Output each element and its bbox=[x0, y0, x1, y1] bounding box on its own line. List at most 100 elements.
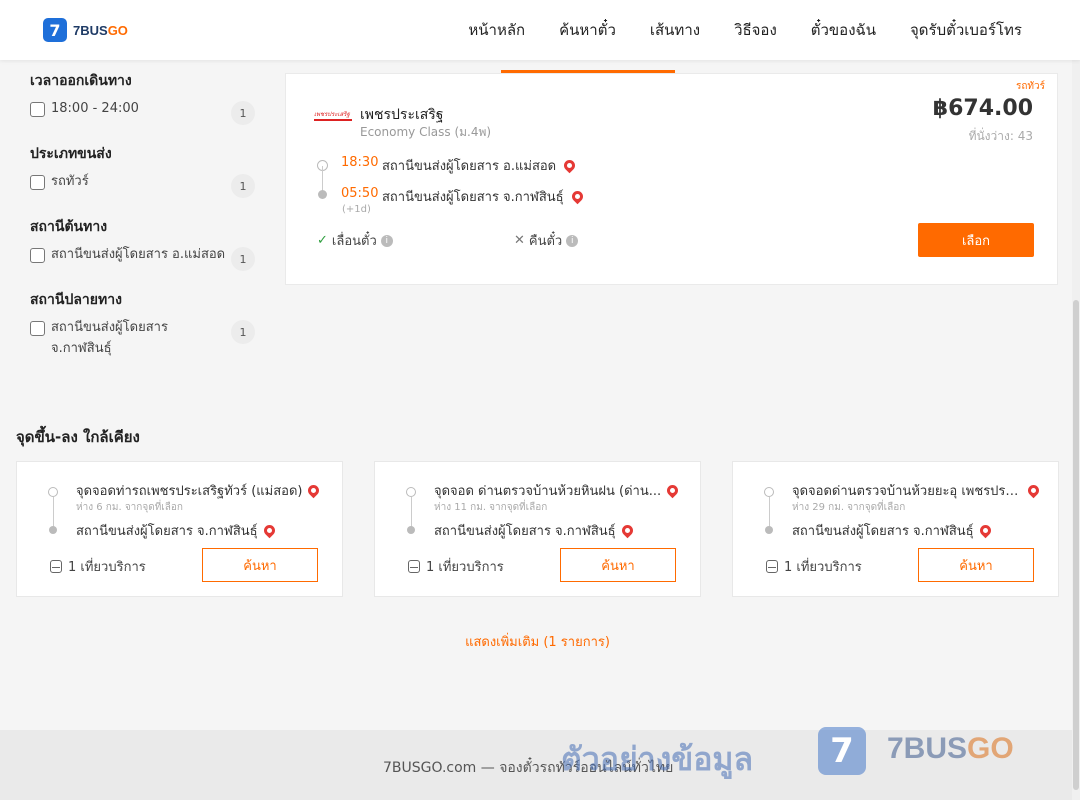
map-pin-icon[interactable] bbox=[977, 522, 993, 539]
arrival-dot-icon bbox=[318, 190, 327, 199]
service-count-label: 1 เที่ยวบริการ bbox=[784, 560, 862, 575]
page-scrollbar[interactable] bbox=[1072, 60, 1080, 800]
nearby-origin: จุดจอด ด่านตรวจบ้านห้วยหินฝน (ด่าน... bbox=[434, 480, 681, 501]
map-pin-icon[interactable] bbox=[569, 188, 585, 205]
destination-dot-icon bbox=[407, 526, 415, 534]
checkbox[interactable] bbox=[30, 102, 45, 117]
refund-label: คืนตั๋ว bbox=[528, 234, 563, 249]
nearby-distance: ห่าง 29 กม. จากจุดที่เลือก bbox=[792, 502, 906, 513]
reschedule-label: เลื่อนตั๋ว bbox=[331, 234, 377, 249]
transport-type-tag: รถทัวร์ bbox=[1015, 81, 1045, 92]
filter-option-label: 18:00 - 24:00 bbox=[51, 101, 139, 116]
show-more-link[interactable]: แสดงเพิ่มเติม (1 รายการ) bbox=[0, 631, 1075, 652]
service-count-label: 1 เที่ยวบริการ bbox=[68, 560, 146, 575]
checkbox[interactable] bbox=[30, 248, 45, 263]
watermark-brand: 7BUSGO bbox=[887, 732, 1014, 765]
cross-icon: ✕ bbox=[514, 233, 525, 248]
filter-sidebar: เวลาออกเดินทาง 18:00 - 24:00 1 ประเภทขนส… bbox=[30, 70, 255, 377]
refund-policy[interactable]: ✕ คืนตั๋ว i bbox=[514, 230, 579, 251]
nav-my-tickets[interactable]: ตั๋วของฉัน bbox=[811, 18, 876, 42]
info-icon[interactable]: i bbox=[566, 234, 579, 247]
nav-home[interactable]: หน้าหลัก bbox=[468, 18, 525, 42]
arrival-station-name: สถานีขนส่งผู้โดยสาร จ.กาฬสินธุ์ bbox=[382, 190, 564, 205]
filter-count-badge: 1 bbox=[231, 320, 255, 344]
next-day-indicator: (+1d) bbox=[342, 204, 371, 215]
reschedule-policy[interactable]: ✓ เลื่อนตั๋ว i bbox=[317, 230, 393, 251]
nearby-search-button[interactable]: ค้นหา bbox=[918, 548, 1034, 582]
nav-how-to-book[interactable]: วิธีจอง bbox=[734, 18, 777, 42]
select-trip-button[interactable]: เลือก bbox=[918, 223, 1034, 257]
map-pin-icon[interactable] bbox=[664, 482, 681, 499]
nearby-stops-title: จุดขึ้น-ลง ใกล้เคียง bbox=[16, 428, 140, 446]
filter-count-badge: 1 bbox=[231, 247, 255, 271]
nav-routes[interactable]: เส้นทาง bbox=[650, 18, 700, 42]
departure-time: 18:30 bbox=[341, 155, 379, 170]
nearby-origin-name: จุดจอด ด่านตรวจบ้านห้วยหินฝน (ด่าน... bbox=[434, 484, 662, 499]
destination-dot-icon bbox=[765, 526, 773, 534]
nearby-stop-card: จุดจอด ด่านตรวจบ้านห้วยหินฝน (ด่าน... ห่… bbox=[374, 461, 701, 597]
top-navigation-bar: 7 7BUSGO หน้าหลัก ค้นหาตั๋ว เส้นทาง วิธี… bbox=[0, 0, 1080, 60]
route-line bbox=[411, 497, 412, 527]
filter-option-label: สถานีขนส่งผู้โดยสาร จ.กาฬสินธุ์ bbox=[51, 320, 168, 356]
service-count: 1 เที่ยวบริการ bbox=[50, 556, 146, 577]
available-seats: ที่นั่งว่าง: 43 bbox=[968, 129, 1033, 143]
footer: 7BUSGO.com — จองตั๋วรถทัวร์ออนไลน์ทั่วไท… bbox=[0, 727, 1080, 800]
filter-option[interactable]: 18:00 - 24:00 1 bbox=[30, 101, 255, 125]
nav-search-tickets[interactable]: ค้นหาตั๋ว bbox=[559, 18, 616, 42]
nearby-search-button[interactable]: ค้นหา bbox=[560, 548, 676, 582]
service-count: 1 เที่ยวบริการ bbox=[766, 556, 862, 577]
nearby-destination-name: สถานีขนส่งผู้โดยสาร จ.กาฬสินธุ์ bbox=[434, 524, 616, 539]
filter-group-origin-station: สถานีต้นทาง สถานีขนส่งผู้โดยสาร อ.แม่สอด… bbox=[30, 216, 255, 271]
map-pin-icon[interactable] bbox=[261, 522, 277, 539]
arrival-station: สถานีขนส่งผู้โดยสาร จ.กาฬสินธุ์ bbox=[382, 186, 585, 207]
main-nav: หน้าหลัก ค้นหาตั๋ว เส้นทาง วิธีจอง ตั๋วข… bbox=[468, 0, 1022, 60]
nearby-search-button[interactable]: ค้นหา bbox=[202, 548, 318, 582]
filter-group-departure-time: เวลาออกเดินทาง 18:00 - 24:00 1 bbox=[30, 70, 255, 125]
checkbox[interactable] bbox=[30, 321, 45, 336]
departure-station-name: สถานีขนส่งผู้โดยสาร อ.แม่สอด bbox=[382, 159, 557, 174]
sample-data-watermark: ตัวอย่างข้อมูล bbox=[561, 740, 754, 778]
map-pin-icon[interactable] bbox=[306, 482, 322, 499]
filter-title: สถานีปลายทาง bbox=[30, 292, 122, 308]
checkbox[interactable] bbox=[30, 175, 45, 190]
filter-title: ประเภทขนส่ง bbox=[30, 146, 112, 162]
origin-dot-icon bbox=[406, 487, 416, 497]
seat-class: Economy Class (ม.4พ) bbox=[360, 125, 492, 139]
filter-option[interactable]: สถานีขนส่งผู้โดยสาร จ.กาฬสินธุ์ 1 bbox=[30, 320, 255, 359]
bus-icon bbox=[408, 560, 420, 573]
filter-option[interactable]: รถทัวร์ 1 bbox=[30, 174, 255, 198]
filter-count-badge: 1 bbox=[231, 174, 255, 198]
logo-badge-icon: 7 bbox=[43, 18, 67, 42]
nav-ticket-pickup-contacts[interactable]: จุดรับตั๋วเบอร์โทร bbox=[910, 18, 1022, 42]
nearby-origin-name: จุดจอดท่ารถเพชรประเสริฐทัวร์ (แม่สอด) bbox=[76, 484, 303, 499]
operator-logo: เพชรประเสริฐ bbox=[314, 111, 352, 121]
destination-dot-icon bbox=[49, 526, 57, 534]
filter-title: เวลาออกเดินทาง bbox=[30, 73, 132, 89]
filter-title: สถานีต้นทาง bbox=[30, 219, 108, 235]
check-icon: ✓ bbox=[317, 233, 328, 248]
origin-dot-icon bbox=[764, 487, 774, 497]
watermark-logo-icon: 7 bbox=[818, 727, 866, 775]
map-pin-icon[interactable] bbox=[561, 157, 578, 174]
map-pin-icon[interactable] bbox=[619, 522, 635, 539]
arrival-time: 05:50 bbox=[341, 186, 379, 201]
filter-group-destination-station: สถานีปลายทาง สถานีขนส่งผู้โดยสาร จ.กาฬสิ… bbox=[30, 289, 255, 359]
nearby-destination-name: สถานีขนส่งผู้โดยสาร จ.กาฬสินธุ์ bbox=[792, 524, 974, 539]
filter-count-badge: 1 bbox=[231, 101, 255, 125]
bus-icon bbox=[50, 560, 62, 573]
route-line bbox=[769, 497, 770, 527]
filter-option-label: รถทัวร์ bbox=[51, 174, 89, 189]
service-count: 1 เที่ยวบริการ bbox=[408, 556, 504, 577]
bus-icon bbox=[766, 560, 778, 573]
site-logo[interactable]: 7 7BUSGO bbox=[43, 18, 128, 42]
logo-text: 7BUSGO bbox=[73, 22, 128, 38]
origin-dot-icon bbox=[48, 487, 58, 497]
ticket-price: ฿674.00 bbox=[932, 96, 1033, 121]
trip-result-card: รถทัวร์ เพชรประเสริฐ เพชรประเสริฐ Econom… bbox=[285, 73, 1058, 285]
scrollbar-thumb[interactable] bbox=[1073, 300, 1079, 790]
info-icon[interactable]: i bbox=[380, 234, 393, 247]
nearby-destination: สถานีขนส่งผู้โดยสาร จ.กาฬสินธุ์ bbox=[76, 520, 277, 541]
filter-group-transport-type: ประเภทขนส่ง รถทัวร์ 1 bbox=[30, 143, 255, 198]
map-pin-icon[interactable] bbox=[1025, 482, 1042, 499]
filter-option[interactable]: สถานีขนส่งผู้โดยสาร อ.แม่สอด 1 bbox=[30, 247, 255, 271]
